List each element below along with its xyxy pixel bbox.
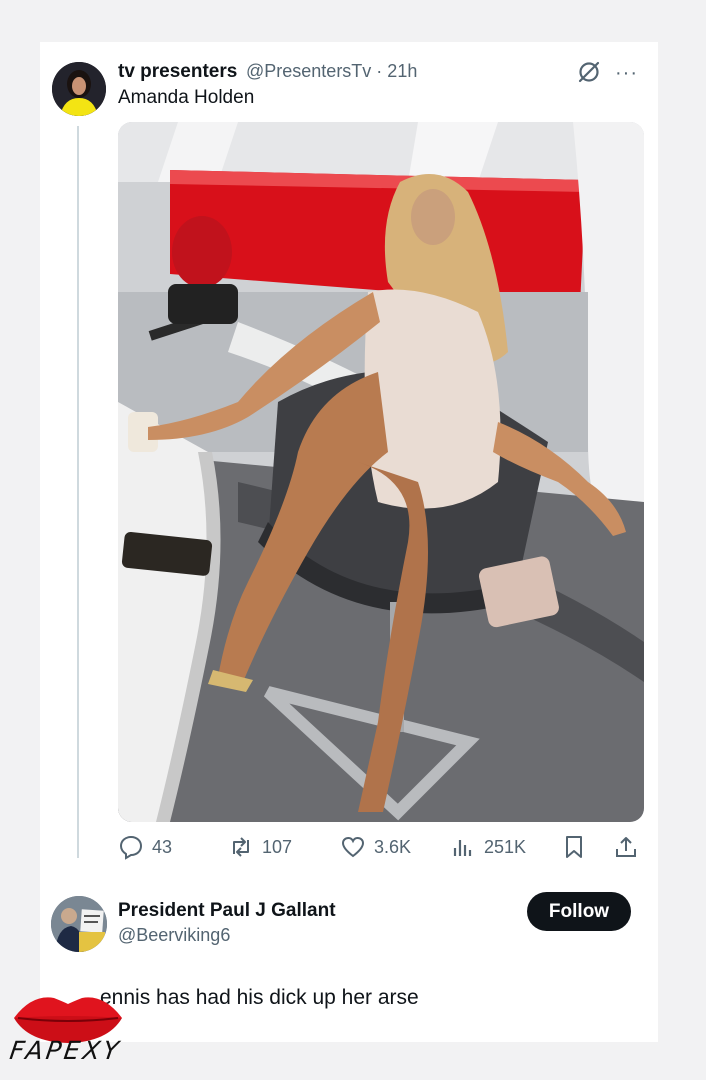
reply-count: 43 xyxy=(152,836,173,857)
reply-avatar-image xyxy=(51,896,107,952)
action-bar: 43 107 3.6K 251K xyxy=(118,832,644,862)
bookmark-action[interactable] xyxy=(561,832,587,862)
more-icon[interactable]: ··· xyxy=(615,62,638,85)
reply-icon xyxy=(119,835,143,860)
views-action[interactable]: 251K xyxy=(450,832,526,862)
like-count: 3.6K xyxy=(374,836,412,857)
share-action[interactable] xyxy=(613,832,639,862)
studio-photo-image xyxy=(118,122,644,822)
author-avatar-image xyxy=(52,62,106,116)
repost-action[interactable]: 107 xyxy=(228,832,292,862)
tweet-text: Amanda Holden xyxy=(118,87,255,108)
share-icon xyxy=(616,837,636,857)
watermark-text: FAPEXY xyxy=(7,1036,124,1065)
bookmark-icon xyxy=(566,836,582,858)
repost-count: 107 xyxy=(262,836,293,857)
repost-icon xyxy=(233,837,249,857)
views-icon xyxy=(453,840,472,856)
like-action[interactable]: 3.6K xyxy=(340,832,411,862)
author-avatar[interactable] xyxy=(52,62,106,116)
reply-author-avatar[interactable] xyxy=(51,896,107,952)
reply-text: ennis has had his dick up her arse xyxy=(100,986,419,1009)
reply-author-name[interactable]: President Paul J Gallant xyxy=(118,900,336,922)
author-handle-time[interactable]: @PresentersTv · 21h xyxy=(246,61,417,82)
thread-line xyxy=(77,126,79,858)
follow-button[interactable]: Follow xyxy=(527,892,631,931)
reply-author-handle[interactable]: @Beerviking6 xyxy=(118,925,230,946)
reply-action[interactable]: 43 xyxy=(118,832,172,862)
heart-icon xyxy=(341,836,365,858)
grok-icon[interactable] xyxy=(576,59,602,85)
views-count: 251K xyxy=(484,836,527,857)
tweet-photo[interactable] xyxy=(118,122,644,822)
author-name[interactable]: tv presenters xyxy=(118,61,237,83)
